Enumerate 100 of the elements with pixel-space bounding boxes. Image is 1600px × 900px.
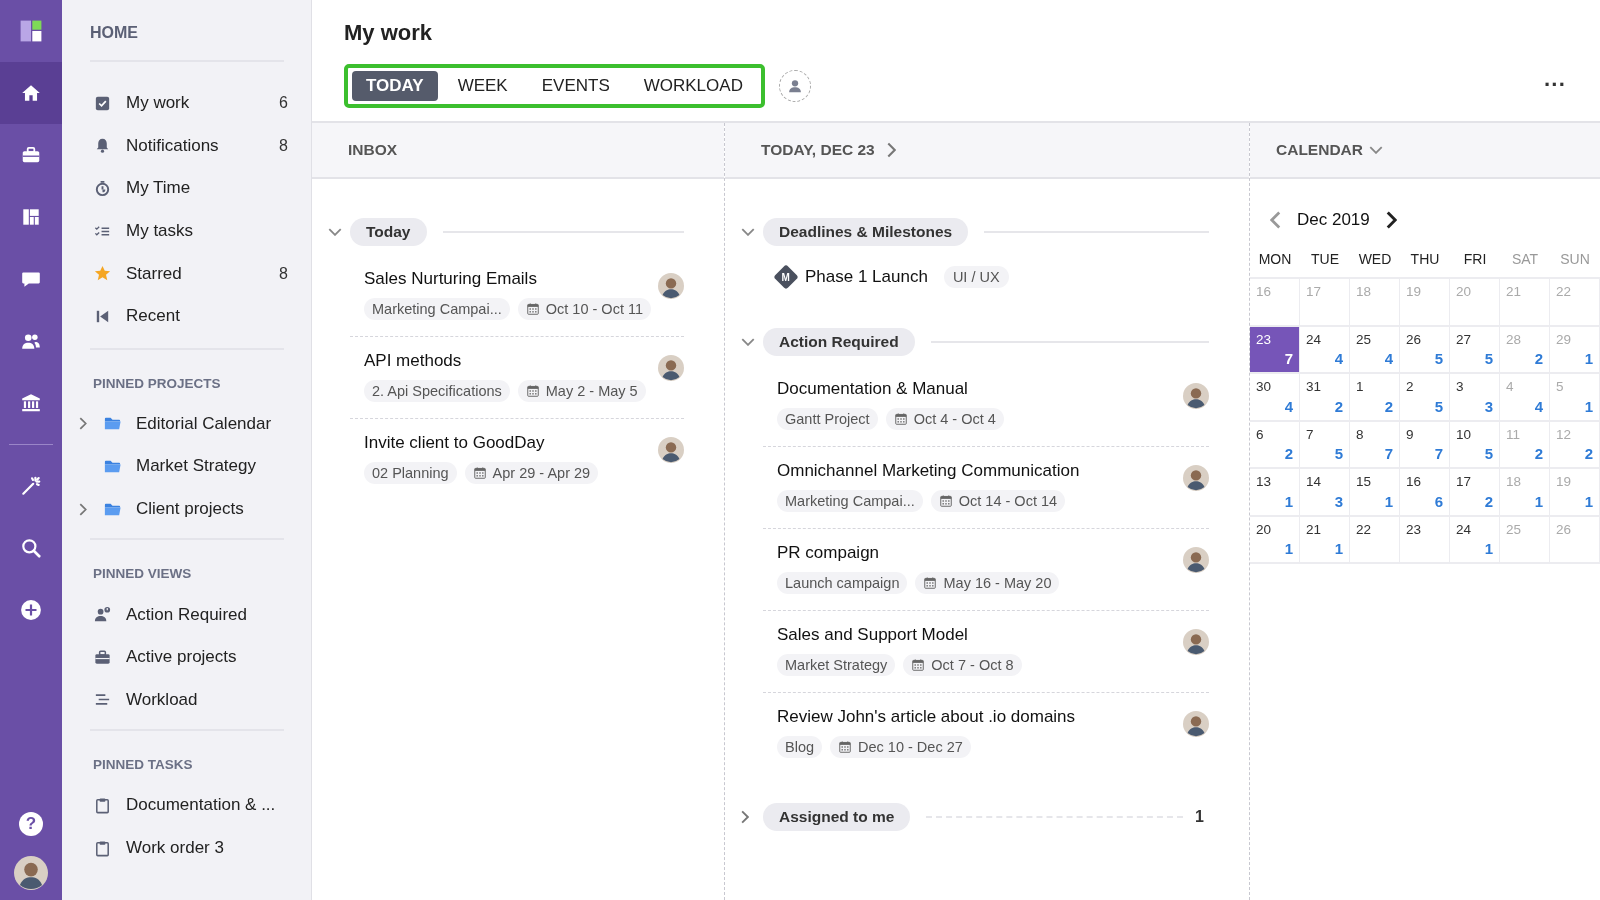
sidebar-item[interactable]: Workload — [90, 678, 284, 722]
calendar-day[interactable]: 24 1 — [1450, 516, 1500, 564]
sidebar-item[interactable]: Notifications 8 — [90, 124, 289, 168]
calendar-icon — [893, 412, 908, 426]
task-item[interactable]: Sales and Support Model Market Strategy Oct 7 - Oct 8 — [763, 611, 1209, 693]
task-count: 4 — [1334, 350, 1343, 367]
sidebar-item[interactable]: Documentation & ... — [90, 784, 284, 827]
tab[interactable]: WEEK — [443, 71, 522, 101]
chevron-down-icon[interactable] — [741, 338, 755, 346]
calendar-day[interactable]: 14 3 — [1300, 469, 1350, 517]
calendar-day[interactable]: 9 7 — [1400, 421, 1450, 469]
column-heading: TODAY, DEC 23 — [761, 141, 875, 159]
calendar-day[interactable]: 11 2 — [1500, 421, 1550, 469]
section-heading: PINNED VIEWS — [92, 565, 193, 584]
calendar-day[interactable]: 12 2 — [1550, 421, 1600, 469]
task-item[interactable]: Invite client to GoodDay 02 Planning Apr 29 - Apr 29 — [350, 419, 684, 500]
task-item[interactable]: PR compaign Launch campaign May 16 - May 20 — [763, 529, 1209, 611]
sidebar-item[interactable]: Market Strategy — [90, 445, 284, 488]
calendar-day[interactable]: 25 4 — [1350, 326, 1400, 374]
sidebar-item[interactable]: Action Required — [90, 593, 284, 636]
calendar-day[interactable]: 24 4 — [1300, 326, 1350, 374]
sidebar-item[interactable]: Recent — [90, 294, 289, 338]
calendar-day[interactable]: 4 4 — [1500, 374, 1550, 422]
help-button[interactable]: ? — [19, 812, 43, 836]
calendar-day[interactable]: 20 1 — [1250, 516, 1300, 564]
more-button[interactable]: ··· — [1540, 72, 1570, 98]
calendar-day[interactable]: 23 7 — [1250, 326, 1300, 374]
calendar-day[interactable]: 13 1 — [1250, 469, 1300, 517]
avatar — [658, 355, 684, 381]
tab[interactable]: EVENTS — [527, 71, 624, 101]
day-number: 9 — [1406, 426, 1414, 442]
chevron-right-icon[interactable] — [741, 810, 749, 824]
sidebar-item[interactable]: My tasks — [90, 209, 289, 253]
task-count: 2 — [1584, 445, 1593, 462]
chevron-down-icon[interactable] — [741, 228, 755, 236]
calendar-day[interactable]: 6 2 — [1250, 421, 1300, 469]
bank-icon — [20, 392, 42, 414]
milestone-title[interactable]: Phase 1 Launch — [805, 267, 928, 287]
calendar-day[interactable]: 27 5 — [1450, 326, 1500, 374]
task-item[interactable]: API methods 2. Api Specifications May 2 - May 5 — [350, 337, 684, 419]
sidebar-item[interactable]: Work order 3 — [90, 826, 284, 870]
group-heading[interactable]: Action Required — [763, 328, 915, 356]
calendar-day[interactable]: 8 7 — [1350, 421, 1400, 469]
calendar-day[interactable]: 1 2 — [1350, 374, 1400, 422]
day-number: 13 — [1256, 474, 1272, 489]
calendar-day[interactable]: 5 1 — [1550, 374, 1600, 422]
chevron-right-icon[interactable] — [79, 417, 87, 431]
previous-month-button[interactable] — [1270, 211, 1281, 229]
task-title: Sales and Support Model — [777, 625, 969, 645]
clipboard-icon — [93, 795, 112, 815]
task-title: PR compaign — [777, 543, 881, 563]
calendar-day[interactable]: 7 5 — [1300, 421, 1350, 469]
calendar-dropdown[interactable]: CALENDAR — [1276, 141, 1383, 159]
calendar-day[interactable]: 2 5 — [1400, 374, 1450, 422]
task-title: Invite client to GoodDay — [364, 433, 546, 453]
tab[interactable]: WORKLOAD — [629, 71, 757, 101]
calendar-day[interactable]: 3 3 — [1450, 374, 1500, 422]
group-heading[interactable]: Assigned to me — [763, 803, 911, 831]
calendar-day[interactable]: 15 1 — [1350, 469, 1400, 517]
calendar-day[interactable]: 22 — [1350, 516, 1400, 564]
home-nav-button[interactable] — [0, 62, 62, 124]
task-count: 1 — [1284, 540, 1293, 557]
sidebar-item[interactable]: Active projects — [90, 635, 284, 679]
day-number: 4 — [1506, 379, 1514, 394]
calendar-day[interactable]: 10 5 — [1450, 421, 1500, 469]
calendar-day[interactable]: 16 6 — [1400, 469, 1450, 517]
calendar-day[interactable]: 29 1 — [1550, 326, 1600, 374]
next-day-button[interactable] — [886, 142, 896, 158]
task-item[interactable]: Sales Nurturing Emails Marketing Campai... Oct 10 - Oct 11 — [350, 255, 684, 337]
user-filter-button[interactable] — [778, 70, 811, 102]
sidebar-item[interactable]: Starred 8 — [90, 252, 289, 295]
section-heading: HOME — [90, 0, 284, 62]
calendar-day[interactable]: 18 1 — [1500, 469, 1550, 517]
calendar-day[interactable]: 26 5 — [1400, 326, 1450, 374]
next-month-button[interactable] — [1385, 211, 1397, 229]
day-number: 23 — [1406, 521, 1422, 537]
sidebar-item[interactable]: Editorial Calendar — [90, 402, 284, 446]
group-heading[interactable]: Deadlines & Milestones — [763, 218, 969, 246]
calendar-day[interactable]: 30 4 — [1250, 374, 1300, 422]
group-heading[interactable]: Today — [350, 218, 427, 246]
task-count: 5 — [1434, 397, 1443, 415]
calendar-day[interactable]: 17 2 — [1450, 469, 1500, 517]
task-title: Sales Nurturing Emails — [364, 269, 538, 289]
calendar-day[interactable]: 31 2 — [1300, 374, 1350, 422]
task-item[interactable]: Documentation & Manual Gantt Project Oct 4 - Oct 4 — [763, 365, 1209, 447]
task-item[interactable]: Omnichannel Marketing Communication Marketing Campai... Oct 14 - Oct 14 — [763, 447, 1209, 529]
calendar-icon — [923, 576, 938, 590]
sidebar-item[interactable]: My work 6 — [90, 82, 289, 125]
task-count: 1 — [1284, 492, 1293, 510]
task-item[interactable]: Review John's article about .io domains Blog Dec 10 - Dec 27 — [763, 693, 1209, 774]
tab[interactable]: TODAY — [352, 71, 438, 101]
sidebar-item[interactable]: My Time — [90, 167, 289, 210]
calendar-day[interactable]: 28 2 — [1500, 326, 1550, 374]
calendar-day[interactable]: 23 — [1400, 516, 1450, 564]
sidebar-item[interactable]: Client projects — [90, 487, 284, 531]
chevron-down-icon[interactable] — [328, 228, 342, 236]
chevron-right-icon[interactable] — [79, 502, 87, 516]
calendar-day[interactable]: 21 1 — [1300, 516, 1350, 564]
calendar-day[interactable]: 19 1 — [1550, 469, 1600, 517]
avatar[interactable] — [14, 856, 48, 890]
